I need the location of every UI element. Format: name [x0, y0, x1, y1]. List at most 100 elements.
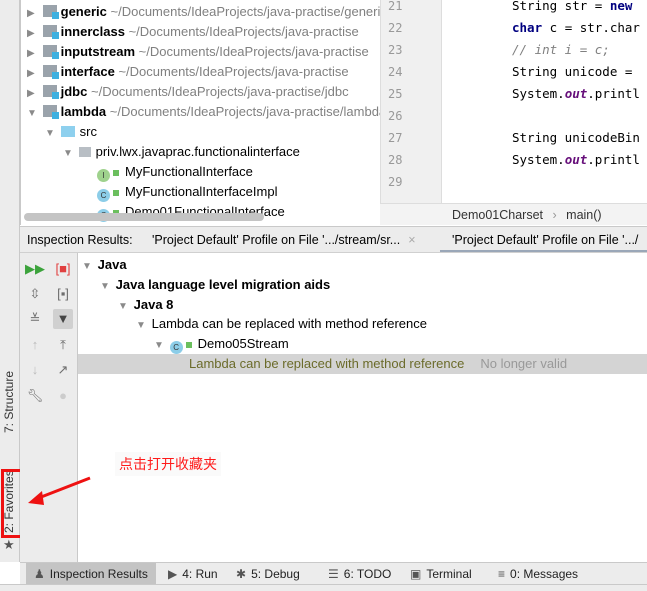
project-module[interactable]: ▶ inputstream ~/Documents/IdeaProjects/j…	[27, 42, 369, 62]
rerun-icon[interactable]: ▶▶	[25, 259, 45, 279]
inspection-results-tree: ▼ Java ▼ Java language level migration a…	[28, 253, 647, 562]
node-label: Lambda can be replaced with method refer…	[151, 316, 427, 331]
line-number: 25	[388, 87, 403, 101]
tab-label: Inspection Results	[49, 567, 148, 581]
folder-icon	[60, 126, 75, 137]
collapsed-arrow-icon[interactable]: ▶	[27, 44, 39, 64]
tree-node-java[interactable]: ▼ Java	[82, 255, 127, 275]
code-token: String str =	[512, 0, 610, 13]
collapsed-arrow-icon[interactable]: ▶	[27, 4, 39, 24]
src-folder[interactable]: ▼ src	[45, 122, 97, 142]
bottom-tab-messages[interactable]: ≡ 0: Messages	[490, 563, 586, 585]
horizontal-scrollbar[interactable]	[24, 213, 264, 221]
code-line: System.out.printl	[512, 152, 640, 167]
node-label: Demo05Stream	[197, 336, 289, 351]
class-node[interactable]: C MyFunctionalInterfaceImpl	[97, 182, 277, 202]
module-name: innerclass	[60, 24, 125, 39]
folder-name: src	[79, 124, 97, 139]
arrow-up-icon[interactable]: ↑	[25, 335, 45, 355]
lock-icon	[113, 190, 119, 196]
line-number: 24	[388, 65, 403, 79]
structure-tab[interactable]: 7: Structure	[2, 371, 16, 433]
wrench-icon[interactable]: 🔧︎	[25, 386, 45, 406]
code-token: String unicodeBin	[512, 130, 640, 145]
line-number: 21	[388, 0, 403, 13]
code-line: char c = str.char	[512, 20, 640, 35]
tab-label: 0: Messages	[510, 567, 579, 581]
code-line: String unicodeBin	[512, 130, 640, 145]
tab-label: 5: Debug	[251, 567, 300, 581]
code-token: String unicode =	[512, 64, 633, 79]
bottom-tab-todo[interactable]: ☰ 6: TODO	[320, 563, 399, 585]
package-icon	[78, 147, 91, 157]
filter-icon[interactable]: ▼	[53, 309, 73, 329]
breadcrumb-separator: ›	[552, 208, 557, 222]
tree-node-java8[interactable]: ▼ Java 8	[118, 295, 173, 315]
bottom-tab-inspection-results[interactable]: ♟ Inspection Results	[26, 563, 156, 585]
left-tool-stripe: 7: Structure 2: Favorites ★	[0, 0, 25, 562]
class-node[interactable]: I MyFunctionalInterface	[97, 162, 253, 182]
inspection-tab-2[interactable]: 'Project Default' Profile on File '.../	[440, 227, 647, 252]
group-icon[interactable]: [▪]	[53, 284, 73, 304]
problem-status: No longer valid	[480, 356, 568, 371]
close-icon[interactable]: ×	[408, 233, 415, 247]
expand-all-icon[interactable]: ⇳	[25, 284, 45, 304]
run-icon: ▶	[168, 567, 178, 581]
code-token: out	[564, 86, 588, 101]
package-node[interactable]: ▼ priv.lwx.javaprac.functionalinterface	[63, 142, 300, 162]
bottom-tab-debug[interactable]: ✱ 5: Debug	[228, 563, 308, 585]
project-module[interactable]: ▶ generic ~/Documents/IdeaProjects/java-…	[27, 2, 380, 22]
module-path: ~/Documents/IdeaProjects/java-practise/j…	[90, 84, 349, 99]
code-editor[interactable]: 21 22 23 24 25 26 27 28 29 String str = new char …	[380, 0, 647, 203]
inspection-tab-1[interactable]: 'Project Default' Profile on File '.../s…	[152, 227, 416, 252]
bottom-tab-run[interactable]: ▶ 4: Run	[160, 563, 226, 585]
project-module[interactable]: ▼ lambda ~/Documents/IdeaProjects/java-p…	[27, 102, 380, 122]
line-gutter: 21 22 23 24 25 26 27 28 29	[380, 0, 442, 203]
problem-row[interactable]: Lambda can be replaced with method refer…	[78, 354, 647, 374]
project-module[interactable]: ▶ interface ~/Documents/IdeaProjects/jav…	[27, 62, 349, 82]
collapsed-arrow-icon[interactable]: ▶	[27, 64, 39, 84]
package-name: priv.lwx.javaprac.functionalinterface	[95, 144, 300, 159]
bottom-tab-terminal[interactable]: ▣ Terminal	[402, 563, 480, 585]
tab-label: 4: Run	[182, 567, 218, 581]
line-number: 28	[388, 153, 403, 167]
node-label: Java	[97, 257, 127, 272]
arrow-down-icon[interactable]: ↓	[25, 360, 45, 380]
lightbulb-icon[interactable]: ●	[53, 386, 73, 406]
collapsed-arrow-icon[interactable]: ▶	[27, 84, 39, 104]
export-icon[interactable]: ⤒	[53, 335, 73, 355]
inspection-icon: ♟	[34, 567, 45, 581]
problem-description: Lambda can be replaced with method refer…	[189, 356, 465, 371]
lock-icon	[113, 170, 119, 176]
code-token: System.	[512, 152, 565, 167]
tab-label: 'Project Default' Profile on File '.../	[452, 233, 639, 247]
annotation-text: 点击打开收藏夹	[115, 452, 221, 476]
inspection-tabs: Inspection Results: 'Project Default' Pr…	[20, 226, 647, 253]
module-name: jdbc	[60, 84, 88, 99]
project-tree: ▶ generic ~/Documents/IdeaProjects/java-…	[20, 0, 380, 225]
breadcrumb-method[interactable]: main()	[566, 208, 601, 222]
tree-node-file[interactable]: ▼ C Demo05Stream	[154, 334, 289, 354]
lock-icon	[185, 342, 192, 348]
module-name: interface	[60, 64, 115, 79]
tree-node-inspection[interactable]: ▼ Lambda can be replaced with method ref…	[136, 314, 427, 334]
tab-label: Terminal	[426, 567, 472, 581]
code-token: out	[564, 152, 588, 167]
project-module[interactable]: ▶ jdbc ~/Documents/IdeaProjects/java-pra…	[27, 82, 349, 102]
interface-icon: I	[97, 169, 110, 182]
expanded-arrow-icon[interactable]: ▼	[27, 104, 39, 124]
stop-icon[interactable]: [■]	[53, 259, 73, 279]
project-module[interactable]: ▶ innerclass ~/Documents/IdeaProjects/ja…	[27, 22, 359, 42]
open-external-icon[interactable]: ↗	[53, 360, 73, 380]
tree-node-migration-aids[interactable]: ▼ Java language level migration aids	[100, 275, 330, 295]
line-number: 26	[388, 109, 403, 123]
module-path: ~/Documents/IdeaProjects/java-practise	[128, 24, 359, 39]
breadcrumb: Demo01Charset › main()	[380, 203, 647, 225]
breadcrumb-class[interactable]: Demo01Charset	[452, 208, 543, 222]
collapsed-arrow-icon[interactable]: ▶	[27, 24, 39, 44]
bottom-tool-bar: ♟ Inspection Results ▶ 4: Run ✱ 5: Debug ☰ 6: T…	[20, 562, 647, 585]
collapse-all-icon[interactable]: ≚	[25, 309, 45, 329]
line-number: 29	[388, 175, 403, 189]
code-token: .printl	[587, 152, 640, 167]
annotation-arrow-icon	[28, 476, 91, 505]
